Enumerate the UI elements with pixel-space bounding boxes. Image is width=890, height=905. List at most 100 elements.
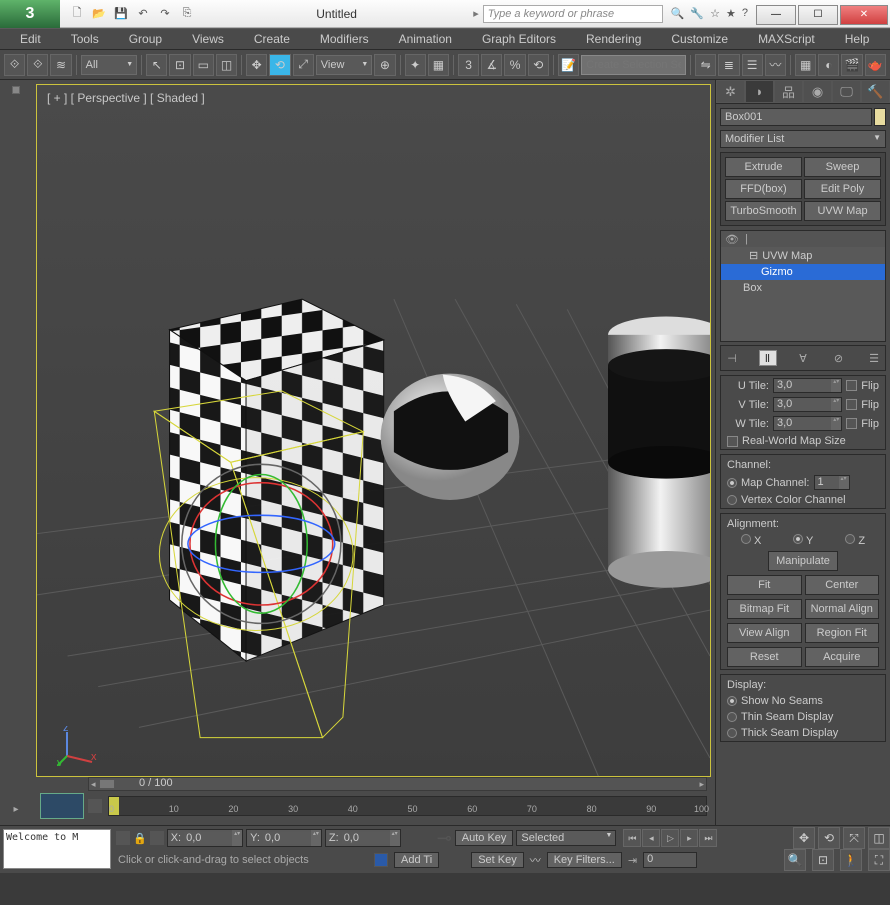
- named-sel-icon[interactable]: 📝: [558, 54, 579, 76]
- prev-frame-icon[interactable]: ◂: [642, 829, 660, 847]
- stack-box[interactable]: Box: [721, 280, 885, 296]
- nav-pan-icon[interactable]: ✥: [793, 827, 815, 849]
- v-flip-cb[interactable]: [846, 399, 857, 410]
- autokey-button[interactable]: Auto Key: [455, 830, 514, 846]
- mod-uvwmap[interactable]: UVW Map: [804, 201, 881, 221]
- pivot-icon[interactable]: ⊕: [374, 54, 395, 76]
- time-scrollbar[interactable]: ◂ 0 / 100 ▸: [88, 777, 707, 791]
- selection-filter[interactable]: All: [81, 55, 138, 75]
- bitmapfit-button[interactable]: Bitmap Fit: [727, 599, 802, 619]
- remove-icon[interactable]: ⊘: [830, 350, 848, 366]
- axis-x-radio[interactable]: [741, 534, 751, 544]
- nav-orbit-icon[interactable]: ⟲: [818, 827, 840, 849]
- axis-z-radio[interactable]: [845, 534, 855, 544]
- tab-modify-icon[interactable]: ◗: [745, 80, 774, 103]
- select-name-icon[interactable]: ⊡: [169, 54, 190, 76]
- maximize-button[interactable]: ☐: [798, 5, 838, 25]
- spinner-snap-icon[interactable]: ⟲: [528, 54, 549, 76]
- realworld-cb[interactable]: [727, 436, 738, 447]
- y-field[interactable]: Y:0,0▴▾: [246, 829, 322, 847]
- stack-uvwmap[interactable]: ⊟ UVW Map: [721, 247, 885, 264]
- move-icon[interactable]: ✥: [246, 54, 267, 76]
- fit-button[interactable]: Fit: [727, 575, 802, 595]
- link-icon[interactable]: ⎘: [178, 5, 196, 23]
- bind-icon[interactable]: ≋: [50, 54, 71, 76]
- seam-none-radio[interactable]: [727, 696, 737, 706]
- lock-icon[interactable]: [116, 831, 130, 845]
- viewalign-button[interactable]: View Align: [727, 623, 802, 643]
- nav-maximize-icon[interactable]: ⛶: [868, 849, 890, 871]
- current-frame-field[interactable]: 0: [643, 852, 697, 868]
- goto-end-icon[interactable]: ⏭: [699, 829, 717, 847]
- nav-walk-icon[interactable]: 🚶: [840, 849, 862, 871]
- normalalign-button[interactable]: Normal Align: [805, 599, 880, 619]
- nav-fov-icon[interactable]: ◫: [868, 827, 890, 849]
- percent-snap-icon[interactable]: %: [504, 54, 525, 76]
- keymode-icon[interactable]: ⊸: [437, 828, 452, 849]
- help-toggle-icon[interactable]: ▸: [469, 7, 483, 20]
- setkey-button[interactable]: Set Key: [471, 852, 524, 868]
- center-button[interactable]: Center: [805, 575, 880, 595]
- goto-start-icon[interactable]: ⏮: [623, 829, 641, 847]
- mod-turbosmooth[interactable]: TurboSmooth: [725, 201, 802, 221]
- search-input[interactable]: Type a keyword or phrase: [483, 5, 663, 23]
- schematic-icon[interactable]: ▦: [795, 54, 816, 76]
- help-icon[interactable]: ?: [742, 7, 748, 20]
- regionfit-button[interactable]: Region Fit: [805, 623, 880, 643]
- pin-stack-icon[interactable]: ⊣: [723, 350, 741, 366]
- keymode2-icon[interactable]: ⇥: [628, 854, 637, 867]
- keyfilter-dropdown[interactable]: Selected: [516, 830, 616, 846]
- menu-maxscript[interactable]: MAXScript: [744, 30, 829, 48]
- reset-button[interactable]: Reset: [727, 647, 802, 667]
- configure-icon[interactable]: ☰: [865, 350, 883, 366]
- next-frame-icon[interactable]: ▸: [680, 829, 698, 847]
- render-icon[interactable]: 🫖: [865, 54, 886, 76]
- key-icon[interactable]: [150, 831, 164, 845]
- curve-editor-icon[interactable]: 〰: [765, 54, 786, 76]
- mapchannel-radio[interactable]: [727, 478, 737, 488]
- menu-edit[interactable]: Edit: [6, 30, 55, 48]
- x-field[interactable]: X:0,0▴▾: [167, 829, 243, 847]
- tab-display-icon[interactable]: 🖵: [832, 80, 861, 103]
- isolate-icon[interactable]: [374, 853, 388, 867]
- ref-coord-system[interactable]: View: [316, 55, 373, 75]
- nav-zoomall-icon[interactable]: ⊡: [812, 849, 834, 871]
- link-icon[interactable]: ⟐: [4, 54, 25, 76]
- nav-zoom-icon[interactable]: 🔍: [784, 849, 806, 871]
- lock2-icon[interactable]: 🔒: [133, 832, 147, 845]
- rotate-icon[interactable]: ⟲: [269, 54, 290, 76]
- mod-sweep[interactable]: Sweep: [804, 157, 881, 177]
- menu-group[interactable]: Group: [115, 30, 176, 48]
- play-icon[interactable]: ▷: [661, 829, 679, 847]
- minimize-button[interactable]: —: [756, 5, 796, 25]
- angle-snap-icon[interactable]: ∡: [481, 54, 502, 76]
- material-editor-icon[interactable]: ◐: [818, 54, 839, 76]
- select-window-icon[interactable]: ◫: [216, 54, 237, 76]
- save-icon[interactable]: 💾: [112, 5, 130, 23]
- manipulate-button[interactable]: Manipulate: [768, 551, 838, 571]
- tab-hierarchy-icon[interactable]: 品: [774, 80, 803, 103]
- menu-help[interactable]: Help: [831, 30, 884, 48]
- align-icon[interactable]: ≣: [718, 54, 739, 76]
- modifier-list-dropdown[interactable]: Modifier List: [720, 130, 886, 148]
- unique-icon[interactable]: ∀: [794, 350, 812, 366]
- tab-motion-icon[interactable]: ◉: [803, 80, 832, 103]
- w-flip-cb[interactable]: [846, 418, 857, 429]
- seam-thick-radio[interactable]: [727, 728, 737, 738]
- seam-thin-radio[interactable]: [727, 712, 737, 722]
- mod-editpoly[interactable]: Edit Poly: [804, 179, 881, 199]
- u-flip-cb[interactable]: [846, 380, 857, 391]
- layers-icon[interactable]: ☰: [742, 54, 763, 76]
- close-button[interactable]: ✕: [840, 5, 888, 25]
- object-color-swatch[interactable]: [874, 108, 886, 126]
- menu-customize[interactable]: Customize: [657, 30, 742, 48]
- redo-icon[interactable]: ↷: [156, 5, 174, 23]
- open-icon[interactable]: 📂: [90, 5, 108, 23]
- menu-grapheditors[interactable]: Graph Editors: [468, 30, 570, 48]
- menu-create[interactable]: Create: [240, 30, 304, 48]
- strip-expand-icon[interactable]: ▸: [13, 804, 18, 815]
- scale-icon[interactable]: ⤢: [293, 54, 314, 76]
- snap-icon[interactable]: 3: [458, 54, 479, 76]
- undo-icon[interactable]: ↶: [134, 5, 152, 23]
- viewport[interactable]: [ + ] [ Perspective ] [ Shaded ]: [36, 84, 711, 777]
